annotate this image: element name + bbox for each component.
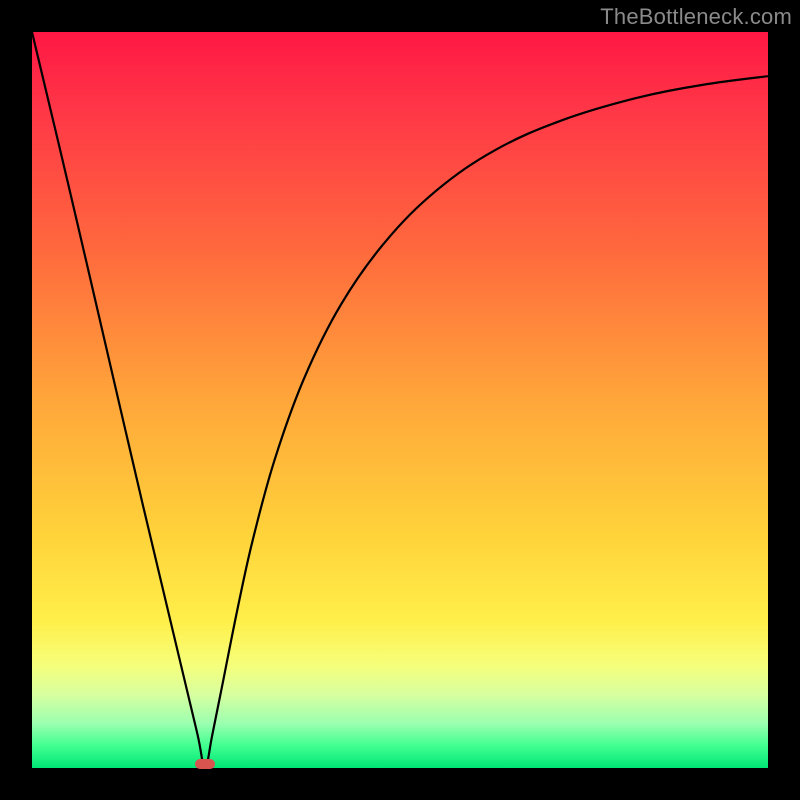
bottleneck-curve [32,32,768,768]
plot-area [32,32,768,768]
curve-svg [32,32,768,768]
watermark-text: TheBottleneck.com [600,4,792,30]
minimum-marker [195,759,215,769]
chart-frame: TheBottleneck.com [0,0,800,800]
